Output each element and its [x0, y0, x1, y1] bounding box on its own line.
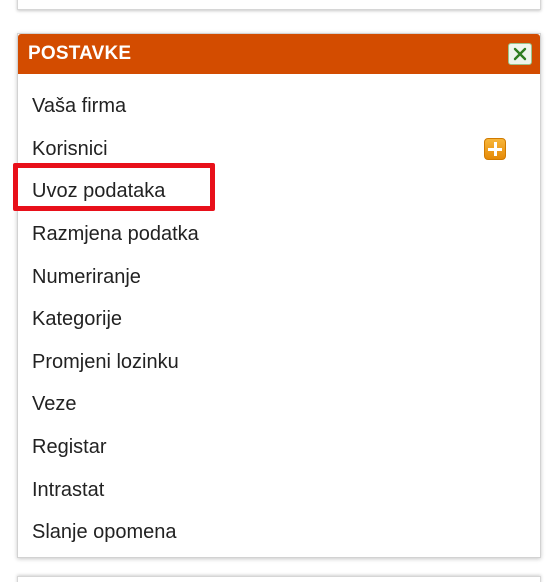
settings-panel: POSTAVKE Vaša firma Korisnici Uvoz podat…	[17, 33, 541, 558]
close-icon	[513, 47, 527, 61]
menu-item-promjeni-lozinku[interactable]: Promjeni lozinku	[32, 346, 179, 378]
menu-item-kategorije[interactable]: Kategorije	[32, 303, 122, 335]
menu-item-numeriranje[interactable]: Numeriranje	[32, 261, 141, 293]
highlight-box	[13, 163, 215, 211]
next-panel	[17, 576, 541, 582]
menu-item-vasa-firma[interactable]: Vaša firma	[32, 90, 126, 122]
add-user-button[interactable]	[484, 138, 506, 160]
menu-item-razmjena-podatka[interactable]: Razmjena podatka	[32, 218, 199, 250]
previous-panel	[17, 0, 541, 10]
menu-item-korisnici[interactable]: Korisnici	[32, 133, 108, 165]
menu-item-slanje-opomena[interactable]: Slanje opomena	[32, 516, 177, 548]
close-button[interactable]	[508, 43, 532, 65]
menu-item-veze[interactable]: Veze	[32, 388, 76, 420]
menu-item-intrastat[interactable]: Intrastat	[32, 474, 104, 506]
panel-title: POSTAVKE	[28, 43, 132, 64]
panel-header: POSTAVKE	[18, 34, 540, 74]
menu-item-registar[interactable]: Registar	[32, 431, 106, 463]
page: POSTAVKE Vaša firma Korisnici Uvoz podat…	[0, 0, 560, 582]
